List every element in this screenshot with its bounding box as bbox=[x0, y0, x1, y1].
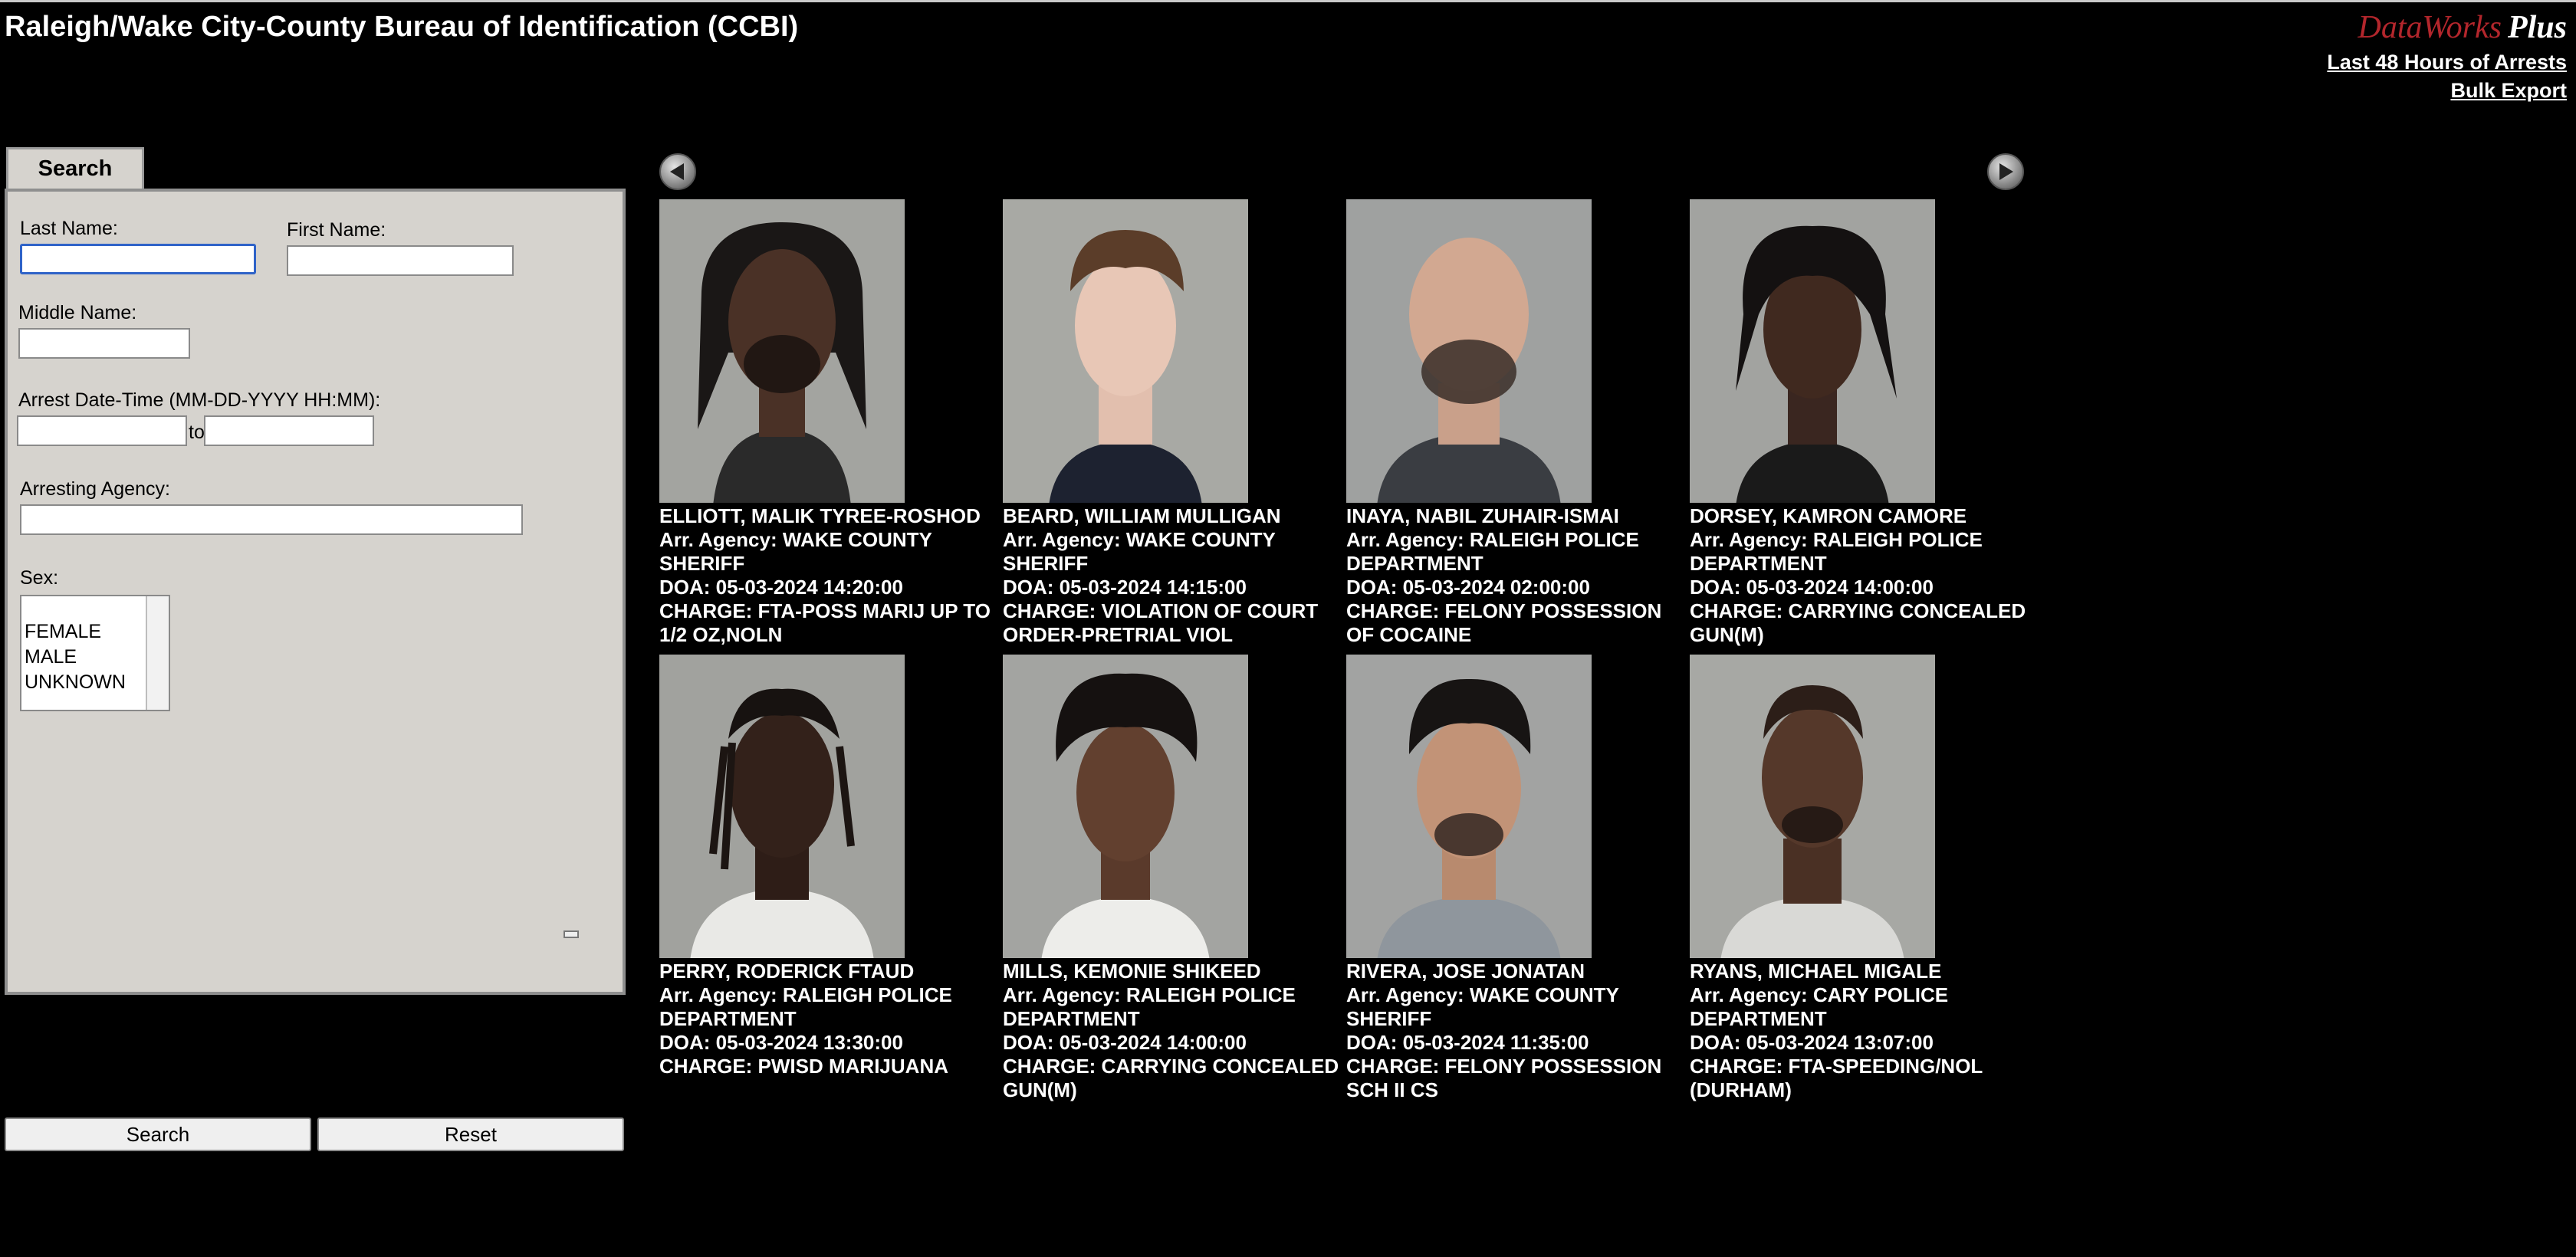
arrest-card[interactable]: BEARD, WILLIAM MULLIGAN Arr. Agency: WAK… bbox=[1003, 199, 1348, 647]
charge: CHARGE: FELONY POSSESSION OF COCAINE bbox=[1346, 599, 1662, 646]
sex-option-male[interactable]: MALE bbox=[21, 645, 126, 670]
first-name-label: First Name: bbox=[287, 219, 386, 241]
page-title: Raleigh/Wake City-County Bureau of Ident… bbox=[5, 11, 799, 43]
arrestee-name: RIVERA, JOSE JONATAN bbox=[1346, 960, 1585, 983]
mugshot-photo[interactable] bbox=[1346, 199, 1592, 503]
arresting-agency: Arr. Agency: RALEIGH POLICE DEPARTMENT bbox=[659, 983, 952, 1030]
sex-listbox[interactable]: FEMALE MALE UNKNOWN bbox=[20, 595, 170, 711]
arresting-agency: Arr. Agency: WAKE COUNTY SHERIFF bbox=[1346, 983, 1619, 1030]
resize-handle[interactable] bbox=[564, 930, 579, 938]
charge: CHARGE: CARRYING CONCEALED GUN(M) bbox=[1690, 599, 2026, 646]
arrestee-name: INAYA, NABIL ZUHAIR-ISMAI bbox=[1346, 504, 1619, 527]
arrow-right-icon bbox=[1999, 163, 2013, 180]
last-name-label: Last Name: bbox=[20, 218, 118, 239]
search-panel: Last Name: First Name: Middle Name: Arre… bbox=[5, 189, 626, 995]
mugshot-photo[interactable] bbox=[1003, 199, 1248, 503]
arresting-agency-input[interactable] bbox=[20, 504, 523, 535]
date-of-arrest: DOA: 05-03-2024 14:15:00 bbox=[1003, 576, 1247, 599]
arrest-info: RYANS, MICHAEL MIGALE Arr. Agency: CARY … bbox=[1690, 960, 2035, 1102]
mugshot-photo[interactable] bbox=[659, 199, 905, 503]
arrest-card[interactable]: PERRY, RODERICK FTAUD Arr. Agency: RALEI… bbox=[659, 655, 1004, 1078]
logo-main-text: DataWorks bbox=[2358, 10, 2502, 45]
last-48-hours-link[interactable]: Last 48 Hours of Arrests bbox=[2327, 51, 2567, 74]
arrest-info: BEARD, WILLIAM MULLIGAN Arr. Agency: WAK… bbox=[1003, 504, 1348, 647]
mugshot-photo[interactable] bbox=[1346, 655, 1592, 958]
arrest-info: MILLS, KEMONIE SHIKEED Arr. Agency: RALE… bbox=[1003, 960, 1348, 1102]
arrest-card[interactable]: RYANS, MICHAEL MIGALE Arr. Agency: CARY … bbox=[1690, 655, 2035, 1102]
arrest-card[interactable]: ELLIOTT, MALIK TYREE-ROSHOD Arr. Agency:… bbox=[659, 199, 1004, 647]
arrest-card[interactable]: INAYA, NABIL ZUHAIR-ISMAI Arr. Agency: R… bbox=[1346, 199, 1691, 647]
arrestee-name: MILLS, KEMONIE SHIKEED bbox=[1003, 960, 1261, 983]
date-of-arrest: DOA: 05-03-2024 14:00:00 bbox=[1690, 576, 1934, 599]
date-of-arrest: DOA: 05-03-2024 11:35:00 bbox=[1346, 1031, 1589, 1054]
arresting-agency: Arr. Agency: WAKE COUNTY SHERIFF bbox=[659, 528, 932, 575]
date-of-arrest: DOA: 05-03-2024 14:20:00 bbox=[659, 576, 903, 599]
last-name-input[interactable] bbox=[20, 244, 256, 274]
tab-search[interactable]: Search bbox=[6, 147, 144, 189]
charge: CHARGE: PWISD MARIJUANA bbox=[659, 1055, 948, 1078]
arrest-info: RIVERA, JOSE JONATAN Arr. Agency: WAKE C… bbox=[1346, 960, 1691, 1102]
sex-option-unknown[interactable]: UNKNOWN bbox=[21, 670, 126, 695]
arrest-info: PERRY, RODERICK FTAUD Arr. Agency: RALEI… bbox=[659, 960, 1004, 1078]
mugshot-photo[interactable] bbox=[1690, 199, 1935, 503]
previous-page-button[interactable] bbox=[659, 153, 696, 190]
bulk-export-link[interactable]: Bulk Export bbox=[2327, 79, 2567, 103]
mugshot-photo[interactable] bbox=[1690, 655, 1935, 958]
top-border bbox=[0, 0, 2576, 2]
arrest-info: ELLIOTT, MALIK TYREE-ROSHOD Arr. Agency:… bbox=[659, 504, 1004, 647]
arresting-agency: Arr. Agency: RALEIGH POLICE DEPARTMENT bbox=[1003, 983, 1296, 1030]
dataworks-logo: DataWorks Plus bbox=[2327, 9, 2568, 46]
arresting-agency: Arr. Agency: CARY POLICE DEPARTMENT bbox=[1690, 983, 1949, 1030]
arrest-info: INAYA, NABIL ZUHAIR-ISMAI Arr. Agency: R… bbox=[1346, 504, 1691, 647]
sex-label: Sex: bbox=[20, 567, 59, 589]
date-of-arrest: DOA: 05-03-2024 13:07:00 bbox=[1690, 1031, 1934, 1054]
search-button[interactable]: Search bbox=[5, 1118, 311, 1151]
next-page-button[interactable] bbox=[1987, 153, 2024, 190]
arresting-agency: Arr. Agency: RALEIGH POLICE DEPARTMENT bbox=[1690, 528, 1983, 575]
charge: CHARGE: VIOLATION OF COURT ORDER-PRETRIA… bbox=[1003, 599, 1319, 646]
arrest-card[interactable]: DORSEY, KAMRON CAMORE Arr. Agency: RALEI… bbox=[1690, 199, 2035, 647]
charge: CHARGE: CARRYING CONCEALED GUN(M) bbox=[1003, 1055, 1339, 1101]
middle-name-input[interactable] bbox=[18, 328, 190, 359]
middle-name-label: Middle Name: bbox=[18, 302, 137, 323]
charge: CHARGE: FTA-POSS MARIJ UP TO 1/2 OZ,NOLN bbox=[659, 599, 991, 646]
logo-plus-text: Plus bbox=[2507, 10, 2567, 45]
arresting-agency-label: Arresting Agency: bbox=[20, 478, 170, 500]
arrest-card[interactable]: MILLS, KEMONIE SHIKEED Arr. Agency: RALE… bbox=[1003, 655, 1348, 1102]
date-to-label: to bbox=[189, 422, 205, 443]
arrest-info: DORSEY, KAMRON CAMORE Arr. Agency: RALEI… bbox=[1690, 504, 2035, 647]
arrest-date-from-input[interactable] bbox=[17, 415, 187, 446]
arrestee-name: ELLIOTT, MALIK TYREE-ROSHOD bbox=[659, 504, 981, 527]
sex-options: FEMALE MALE UNKNOWN bbox=[21, 619, 126, 695]
header-brand: DataWorks Plus Last 48 Hours of Arrests B… bbox=[2327, 9, 2567, 103]
arrest-date-label: Arrest Date-Time (MM-DD-YYYY HH:MM): bbox=[18, 389, 381, 411]
first-name-input[interactable] bbox=[287, 245, 514, 276]
arrest-date-to-input[interactable] bbox=[204, 415, 374, 446]
arresting-agency: Arr. Agency: WAKE COUNTY SHERIFF bbox=[1003, 528, 1276, 575]
listbox-scrollbar[interactable] bbox=[146, 596, 169, 710]
arrest-card[interactable]: RIVERA, JOSE JONATAN Arr. Agency: WAKE C… bbox=[1346, 655, 1691, 1102]
charge: CHARGE: FTA-SPEEDING/NOL (DURHAM) bbox=[1690, 1055, 1983, 1101]
charge: CHARGE: FELONY POSSESSION SCH II CS bbox=[1346, 1055, 1662, 1101]
arrestee-name: RYANS, MICHAEL MIGALE bbox=[1690, 960, 1942, 983]
arrestee-name: DORSEY, KAMRON CAMORE bbox=[1690, 504, 1967, 527]
reset-button[interactable]: Reset bbox=[317, 1118, 624, 1151]
sex-option-female[interactable]: FEMALE bbox=[21, 619, 126, 645]
arrestee-name: PERRY, RODERICK FTAUD bbox=[659, 960, 915, 983]
arrow-left-icon bbox=[670, 163, 684, 180]
date-of-arrest: DOA: 05-03-2024 13:30:00 bbox=[659, 1031, 903, 1054]
arresting-agency: Arr. Agency: RALEIGH POLICE DEPARTMENT bbox=[1346, 528, 1639, 575]
date-of-arrest: DOA: 05-03-2024 14:00:00 bbox=[1003, 1031, 1247, 1054]
date-of-arrest: DOA: 05-03-2024 02:00:00 bbox=[1346, 576, 1590, 599]
mugshot-photo[interactable] bbox=[1003, 655, 1248, 958]
mugshot-photo[interactable] bbox=[659, 655, 905, 958]
arrestee-name: BEARD, WILLIAM MULLIGAN bbox=[1003, 504, 1281, 527]
